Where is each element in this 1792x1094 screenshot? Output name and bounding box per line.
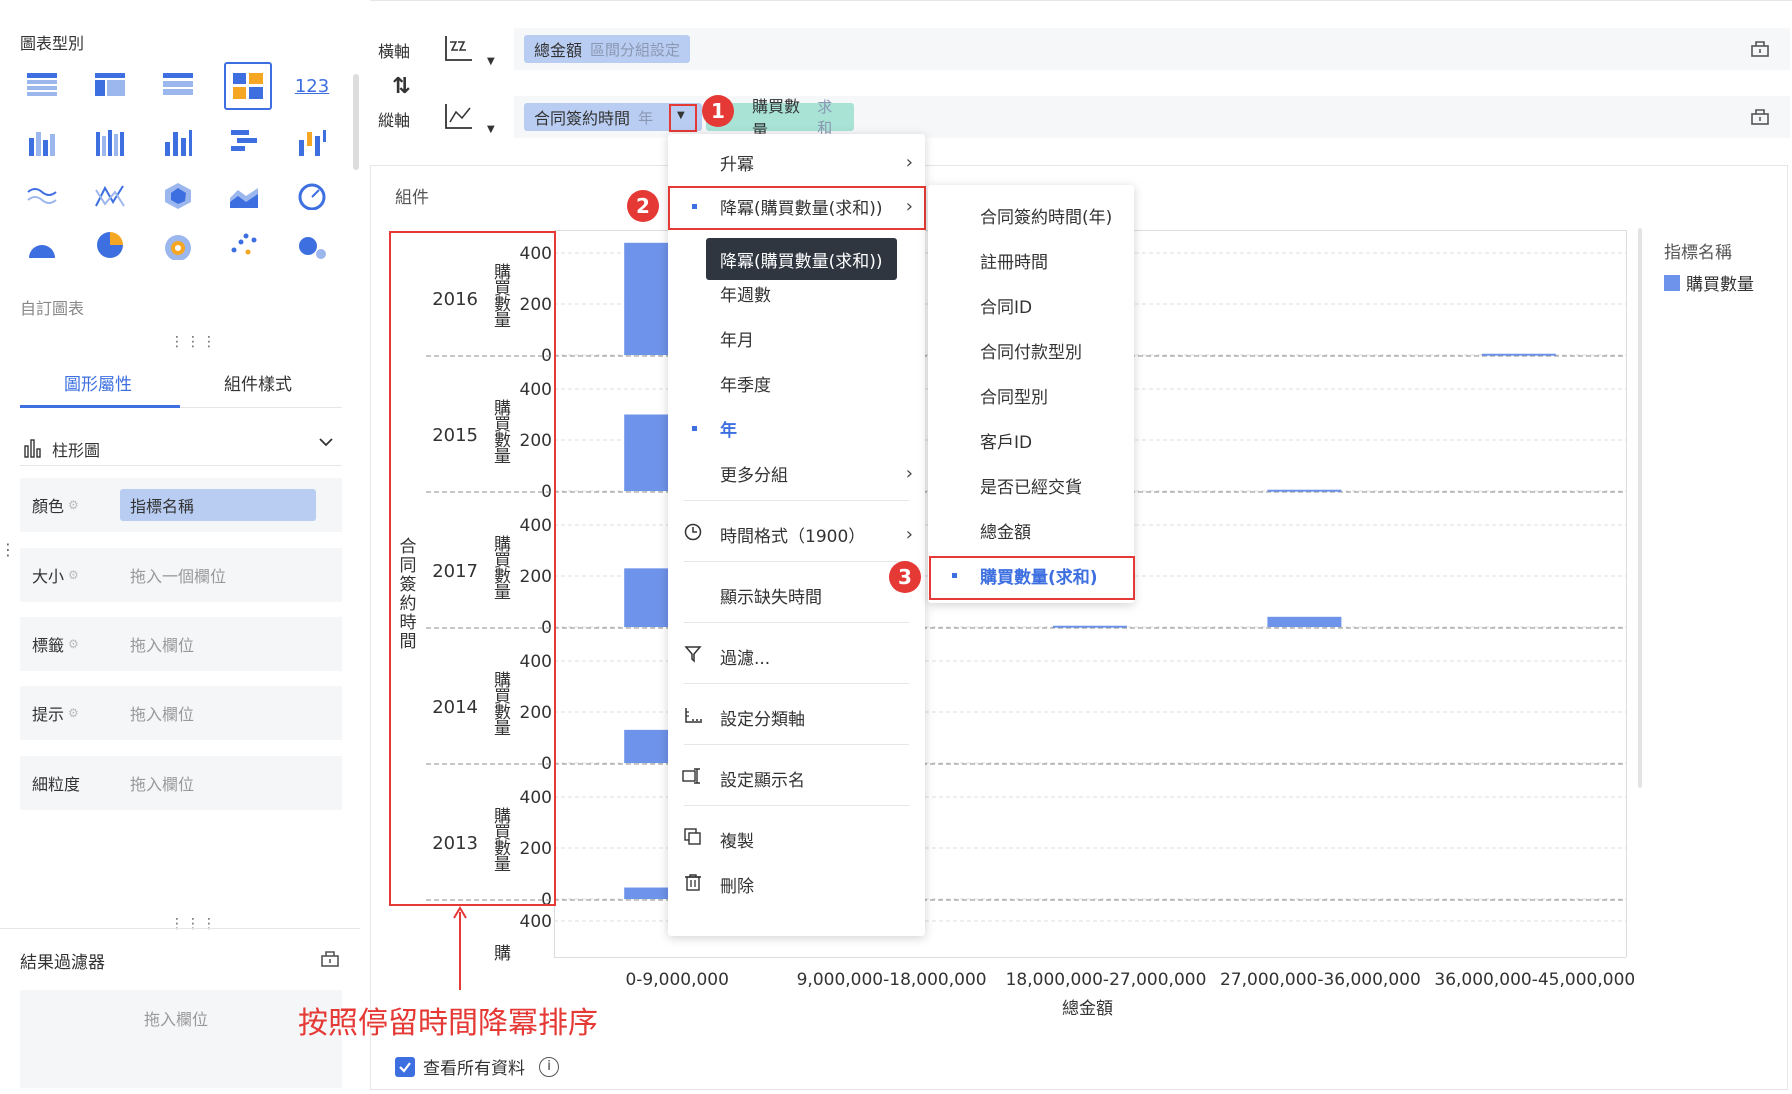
menu-item-display-name[interactable]: 設定顯示名 [668,758,925,798]
legend-item[interactable]: 購買數量 [1664,270,1754,295]
submenu-item[interactable]: 是否已經交貨 [928,465,1134,505]
y-tick-label: 400 [520,912,552,932]
bar [1053,625,1127,628]
annotation-badge-3: 3 [889,561,921,593]
menu-item-show-missing[interactable]: 顯示缺失時間 [668,575,925,615]
annotation-arrow [452,906,468,994]
annotation-descending-box [668,186,926,230]
submenu-item[interactable]: 總金額 [928,510,1134,550]
submenu-item[interactable]: 合同ID [928,285,1134,325]
clock-icon [682,523,704,545]
menu-tooltip: 降冪(購買數量(求和)) [706,238,897,280]
menu-item-year-quarter[interactable]: 年季度 [668,363,925,403]
x-tick-label: 0-9,000,000 [625,970,728,990]
menu-separator [684,683,909,684]
menu-separator [684,561,909,562]
bar [1267,489,1342,492]
legend-scrollbar[interactable] [1638,228,1642,788]
menu-separator [684,744,909,745]
x-tick-label: 9,000,000-18,000,000 [797,970,987,990]
x-tick-label: 18,000,000-27,000,000 [1006,970,1207,990]
menu-item-filter[interactable]: 過濾... [668,636,925,676]
annotation-badge-1: 1 [702,95,734,127]
checkbox-checked-icon[interactable] [395,1056,415,1077]
bar [1267,616,1342,627]
menu-item-time-format[interactable]: 時間格式（1900） › [668,514,925,554]
bar [1481,353,1556,356]
rename-icon [682,767,704,789]
axis-settings-icon [682,706,704,728]
submenu-item[interactable]: 合同型別 [928,375,1134,415]
field-dropdown-icon[interactable]: ▼ [677,110,685,121]
legend-title: 指標名稱 [1664,243,1732,263]
submenu-item[interactable]: 合同簽約時間(年) [928,195,1134,235]
sort-field-submenu: 合同簽約時間(年) 註冊時間 合同ID 合同付款型別 合同型別 客戶ID 是否已… [928,185,1134,603]
view-all-label: 查看所有資料 [423,1059,525,1079]
menu-item-ascending[interactable]: 升冪 › [668,142,925,182]
menu-item-copy[interactable]: 複製 [668,819,925,859]
filter-icon [682,645,704,667]
x-tick-label: 36,000,000-45,000,000 [1434,970,1635,990]
submenu-item[interactable]: 合同付款型別 [928,330,1134,370]
menu-item-more-groups[interactable]: 更多分組 › [668,453,925,493]
chevron-right-icon: › [905,523,913,545]
x-tick-label: 27,000,000-36,000,000 [1220,970,1421,990]
submenu-item[interactable]: 註冊時間 [928,240,1134,280]
annotation-note: 按照停留時間降冪排序 [298,1006,598,1041]
menu-separator [684,500,909,501]
menu-item-year-month[interactable]: 年月 [668,318,925,358]
row-measure-label-cut: 購 [494,944,511,964]
annotation-badge-2: 2 [627,190,659,222]
legend-swatch [1664,274,1680,291]
menu-separator [684,622,909,623]
chevron-right-icon: › [905,462,913,484]
view-all-data[interactable]: 查看所有資料 i [395,1054,559,1079]
annotation-row-header-box [389,231,556,906]
menu-item-category-axis[interactable]: 設定分類軸 [668,697,925,737]
menu-item-year[interactable]: 年 [668,408,925,448]
selected-dot-icon [692,425,697,431]
annotation-quantity-box [929,556,1135,600]
menu-separator [684,805,909,806]
menu-item-delete[interactable]: 刪除 [668,864,925,904]
info-icon[interactable]: i [539,1056,559,1077]
trash-icon [682,873,704,895]
x-axis-title: 總金額 [1062,999,1113,1019]
chevron-right-icon: › [905,151,913,173]
copy-icon [682,828,704,850]
submenu-item[interactable]: 客戶ID [928,420,1134,460]
legend-item-label: 購買數量 [1686,275,1754,295]
